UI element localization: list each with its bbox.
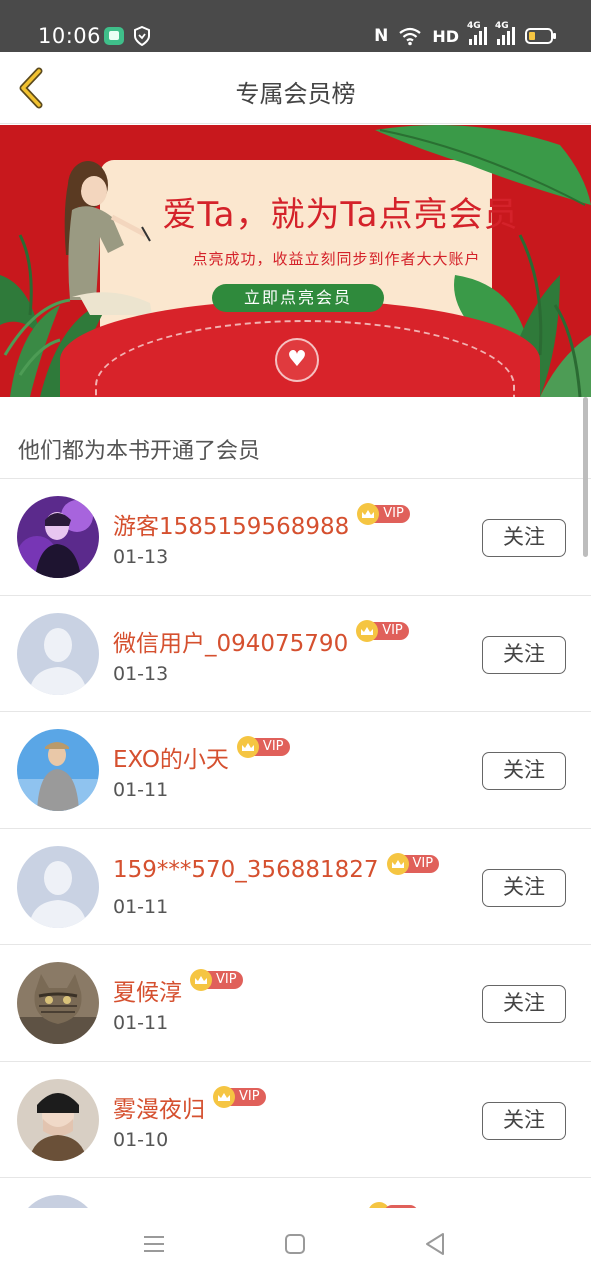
hd-icon: HD	[432, 26, 459, 46]
home-nav-icon[interactable]	[281, 1230, 309, 1258]
shield-icon	[134, 26, 150, 46]
member-date: 01-11	[113, 895, 169, 918]
header: 专属会员榜	[0, 52, 591, 124]
status-icons: N HD 4G 4G	[374, 21, 556, 47]
follow-button[interactable]: 关注	[482, 519, 566, 557]
member-date: 01-13	[113, 662, 169, 685]
member-row[interactable]: 夏候淳 VIP 01-11 关注	[0, 945, 591, 1062]
vip-badge: VIP	[213, 1085, 266, 1108]
member-row[interactable]: 159***570_356881827 VIP 01-11 关注	[0, 829, 591, 945]
status-bar: 10:06 N HD 4G 4G	[0, 0, 591, 52]
member-name[interactable]: 159***570_356881827 VIP	[113, 852, 440, 883]
wifi-icon	[399, 27, 422, 46]
member-row[interactable]: 微信用户_094075790 VIP 01-13 关注	[0, 596, 591, 712]
member-name-text: 雾漫夜归	[113, 1096, 205, 1123]
member-name[interactable]: 游客1585159568988 VIP	[113, 503, 410, 541]
crown-icon	[236, 736, 259, 758]
member-name-text: EXO的小天	[113, 747, 229, 773]
banner-headline: 爱Ta，就为Ta点亮会员	[162, 195, 519, 235]
member-row[interactable]: 游客1585159568988 VIP 01-13 关注	[0, 479, 591, 596]
promo-banner[interactable]: ♥ 爱Ta，就为Ta点亮会员 点亮成功，收益立刻同步到作者大大账户 立即点亮会员	[0, 125, 591, 397]
crown-icon	[386, 852, 409, 875]
page: 10:06 N HD 4G 4G 专属会员榜 ♥ 爱Ta，就为Ta点亮会员 点亮…	[0, 0, 591, 1280]
member-date: 01-13	[113, 546, 169, 568]
follow-button[interactable]: 关注	[482, 635, 566, 674]
member-name[interactable]: 夏候淳 VIP	[113, 969, 243, 1007]
signal-icon-2: 4G	[495, 21, 515, 45]
vip-badge: VIP	[386, 852, 440, 875]
crown-icon	[356, 619, 379, 642]
member-list: 游客1585159568988 VIP 01-13 关注 微信用户_0940757…	[0, 479, 591, 1178]
light-up-member-button[interactable]: 立即点亮会员	[212, 284, 384, 312]
back-nav-icon[interactable]	[421, 1230, 449, 1258]
follow-button[interactable]: 关注	[482, 868, 566, 907]
avatar[interactable]	[17, 962, 99, 1044]
nfc-icon: N	[374, 26, 389, 46]
member-name[interactable]: EXO的小天 VIP	[113, 736, 290, 774]
network-type-1: 4G	[467, 21, 481, 31]
member-date: 01-11	[113, 1012, 169, 1034]
member-row[interactable]: 雾漫夜归 VIP 01-10 关注	[0, 1062, 591, 1178]
avatar[interactable]	[17, 1078, 99, 1161]
crown-icon	[213, 1085, 235, 1108]
member-date: 01-11	[113, 779, 169, 801]
member-name[interactable]: 雾漫夜归 VIP	[113, 1085, 266, 1124]
avatar[interactable]	[17, 1195, 99, 1208]
app-notification-icon	[104, 27, 124, 45]
member-name[interactable]: 微信用户_094075790 VIP	[113, 619, 409, 658]
avatar[interactable]	[17, 729, 99, 811]
member-name-text: 微信用户_094075790	[113, 630, 349, 657]
follow-button[interactable]: 关注	[482, 752, 566, 790]
vip-badge: VIP	[236, 736, 290, 758]
member-name-text: 游客1585159568988	[113, 514, 350, 540]
follow-button[interactable]: 关注	[482, 1101, 566, 1140]
member-name-text: 159***570_356881827	[113, 856, 379, 883]
page-title: 专属会员榜	[235, 80, 356, 108]
vip-badge: VIP	[190, 969, 243, 991]
system-nav-bar	[0, 1208, 591, 1280]
avatar[interactable]	[17, 845, 99, 928]
vip-badge: VIP	[357, 503, 410, 525]
member-name-text: 夏候淳	[113, 980, 182, 1006]
crown-icon	[190, 969, 212, 991]
follow-button[interactable]: 关注	[482, 985, 566, 1023]
section-label: 他们都为本书开通了会员	[18, 439, 261, 464]
member-row[interactable]: EXO的小天 VIP 01-11 关注	[0, 712, 591, 829]
signal-icon-1: 4G	[467, 21, 487, 45]
avatar[interactable]	[17, 612, 99, 695]
status-time: 10:06	[38, 24, 102, 48]
heart-seal-icon: ♥	[275, 338, 319, 382]
banner-subline: 点亮成功，收益立刻同步到作者大大账户	[192, 250, 481, 268]
battery-icon	[525, 28, 556, 44]
avatar[interactable]	[17, 496, 99, 578]
menu-nav-icon[interactable]	[140, 1230, 168, 1258]
network-type-2: 4G	[495, 21, 509, 31]
member-row-partial[interactable]	[0, 1178, 591, 1208]
member-date: 01-10	[113, 1128, 169, 1151]
vip-badge: VIP	[356, 619, 409, 642]
